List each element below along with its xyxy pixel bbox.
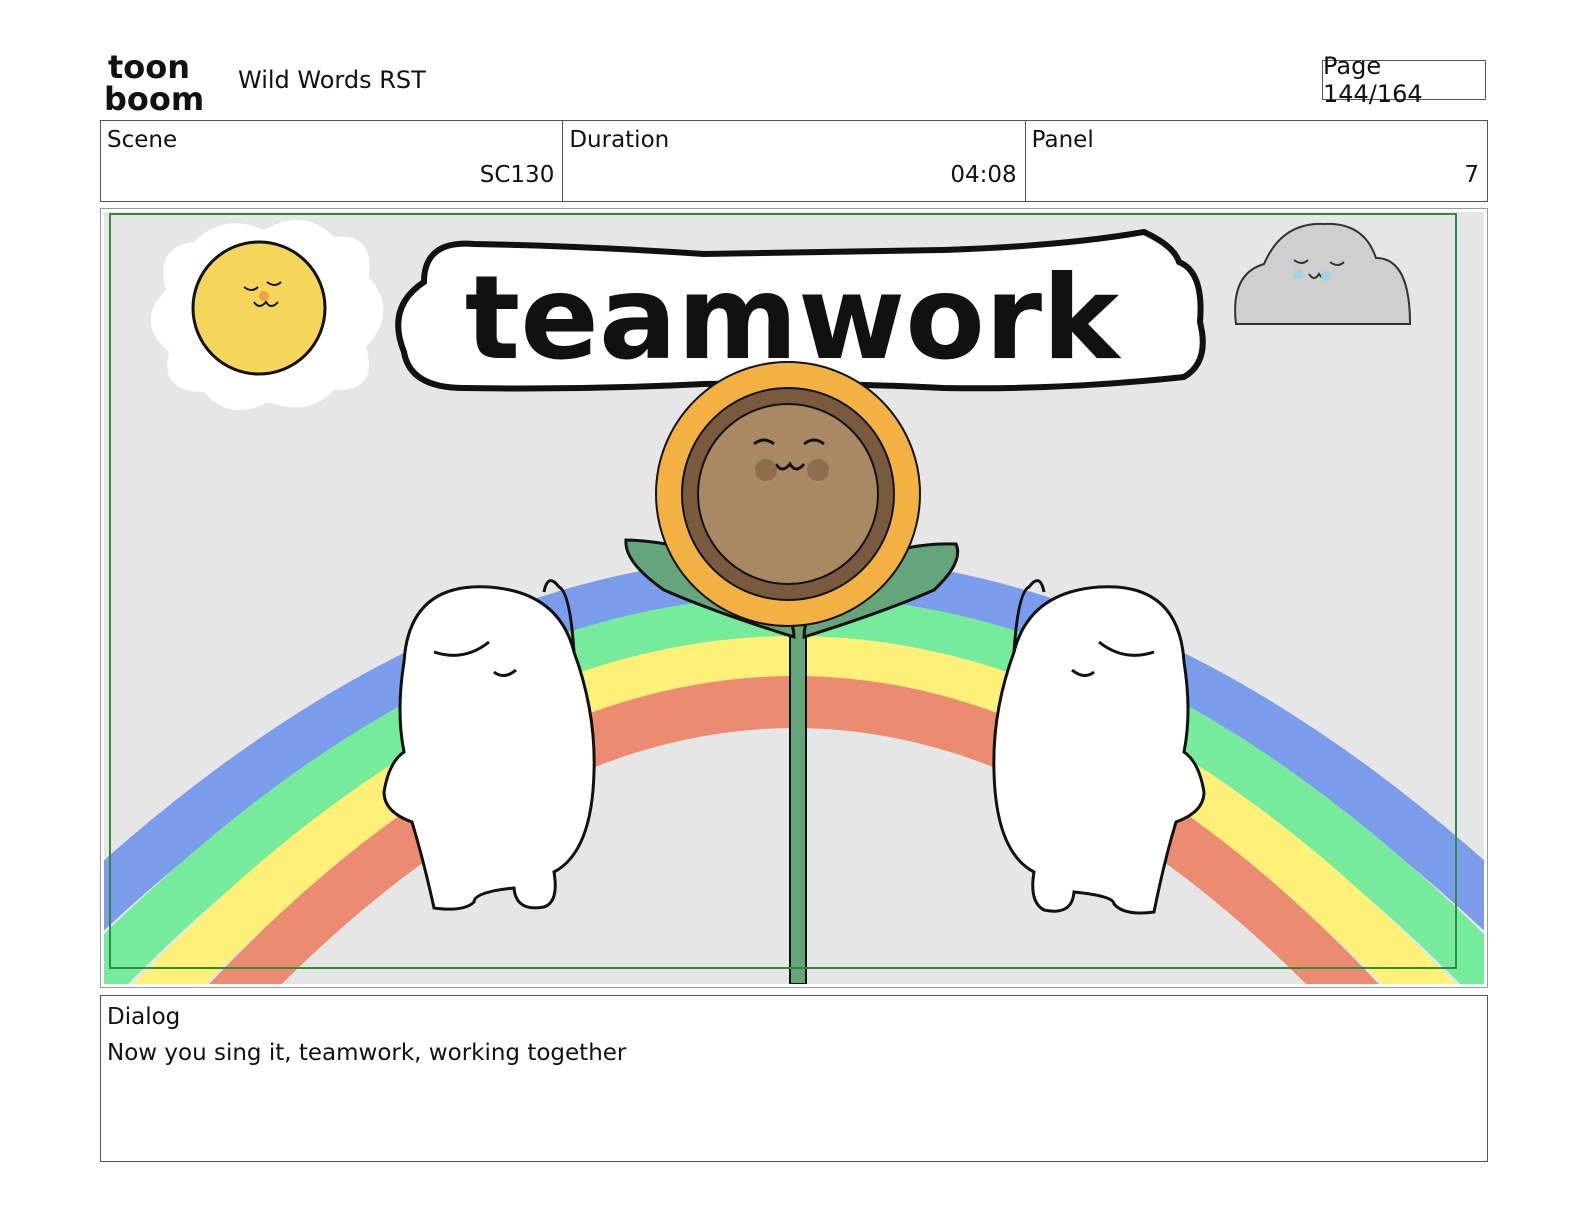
panel-cell: Panel 7 (1026, 121, 1487, 201)
scene-cell: Scene SC130 (101, 121, 564, 201)
storyboard-panel-image: teamwork (104, 212, 1484, 984)
cloud-cheek-left (1293, 269, 1303, 279)
duration-label: Duration (569, 127, 670, 153)
sun-cheek (259, 291, 269, 301)
sun-body (191, 240, 327, 376)
duration-value: 04:08 (950, 162, 1017, 188)
panel-value: 7 (1464, 162, 1479, 188)
sunflower-cheek-right (807, 459, 829, 481)
sun-character (150, 220, 384, 410)
sunflower-stem (789, 621, 807, 984)
panel-label: Panel (1031, 127, 1094, 153)
page-number: Page 144/164 (1322, 52, 1486, 108)
scene-value: SC130 (479, 162, 555, 188)
project-title: Wild Words RST (238, 66, 426, 94)
sunflower-cheek-left (755, 459, 777, 481)
dialog-label: Dialog (107, 1004, 181, 1030)
toonboom-logo: toon boom (104, 50, 204, 112)
scene-label: Scene (107, 127, 178, 153)
duration-cell: Duration 04:08 (563, 121, 1026, 201)
dialog-box: Dialog Now you sing it, teamwork, workin… (100, 995, 1488, 1162)
logo-text-bottom: boom (104, 80, 204, 112)
dialog-text: Now you sing it, teamwork, working toget… (107, 1040, 627, 1066)
cloud-cheek-right (1321, 271, 1331, 281)
info-table: Scene SC130 Duration 04:08 Panel 7 (100, 120, 1488, 202)
seed-head (697, 403, 879, 585)
